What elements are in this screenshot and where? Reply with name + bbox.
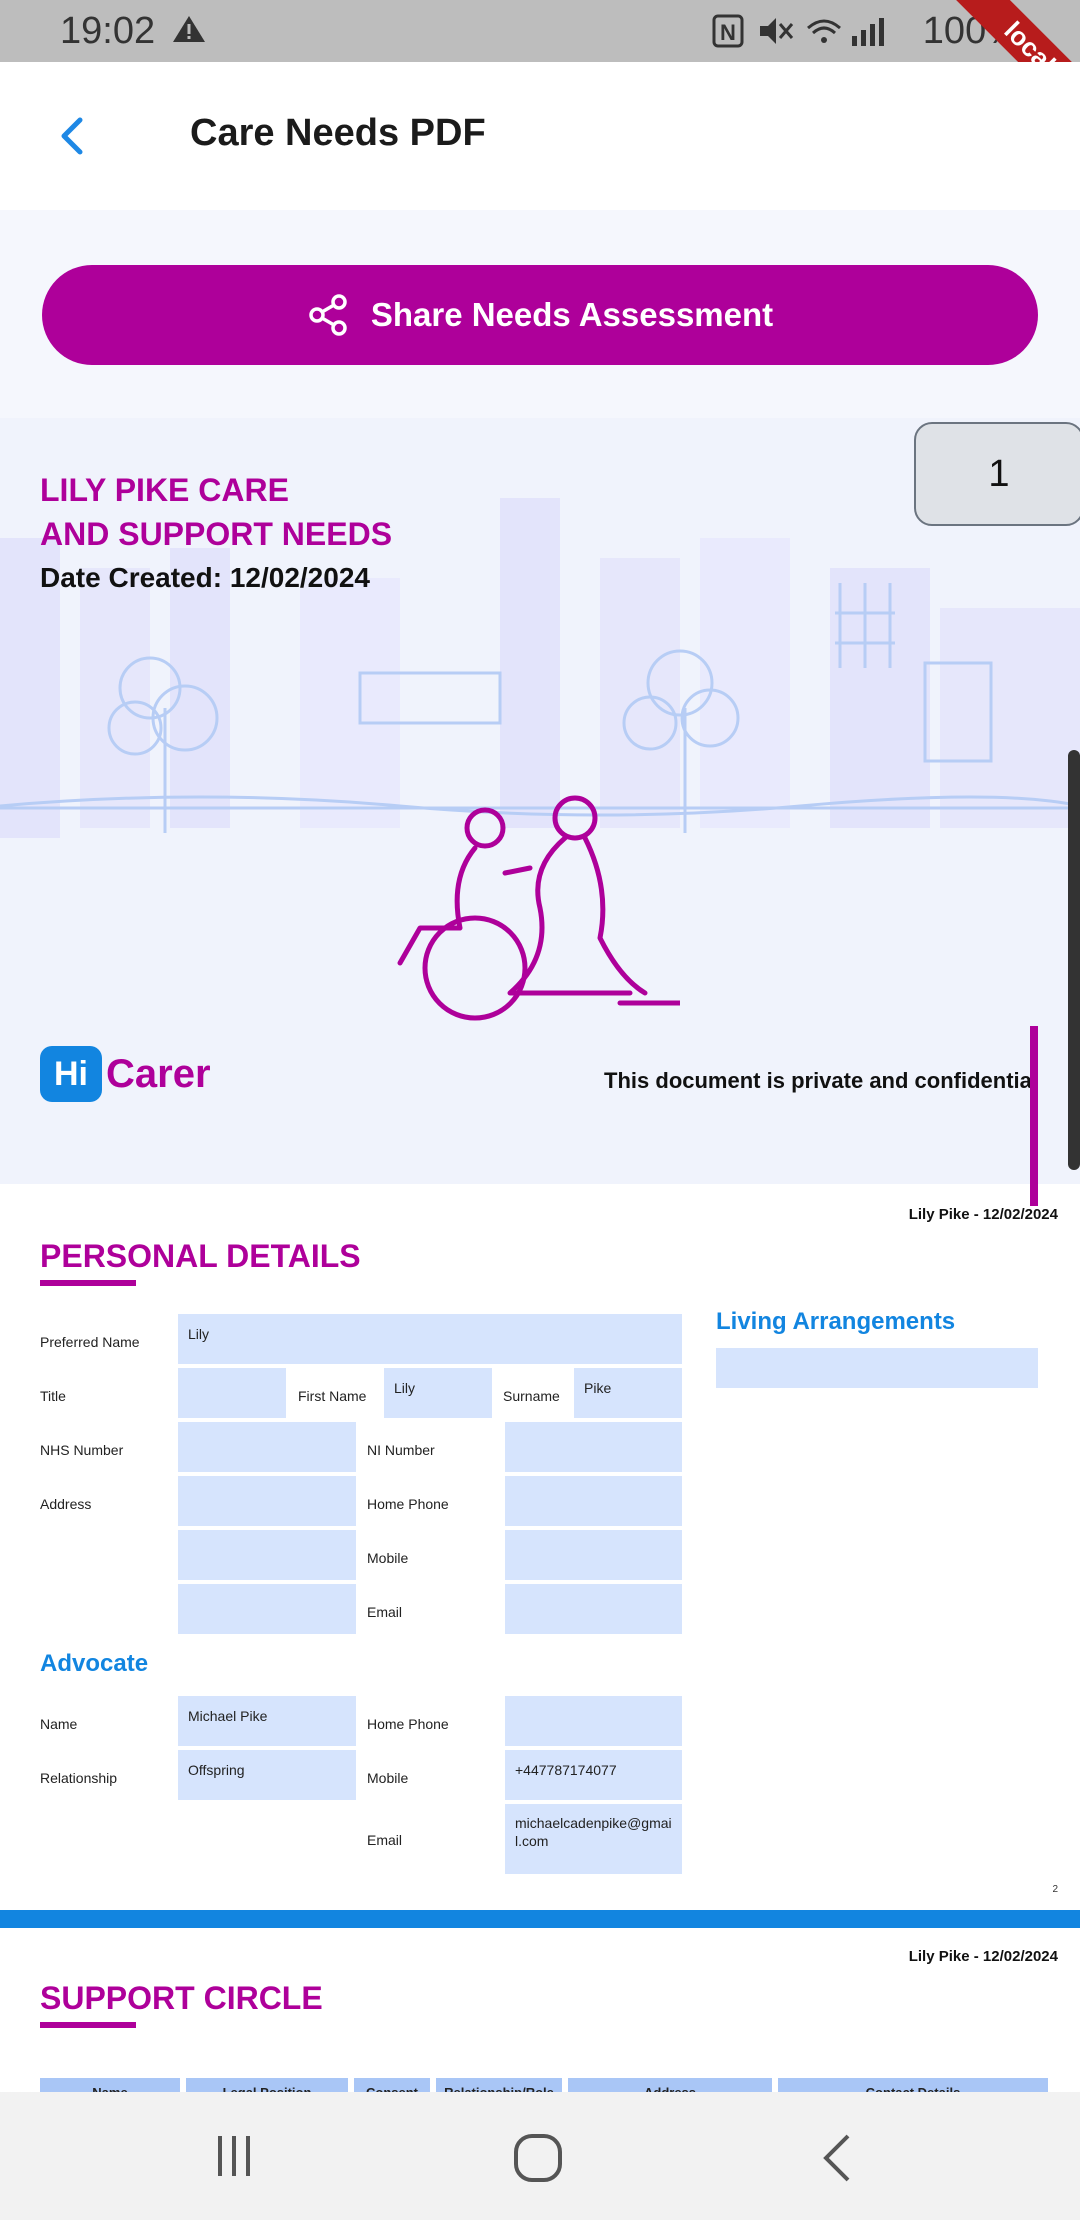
label-home-phone: Home Phone — [367, 1496, 449, 1512]
label-mobile: Mobile — [367, 1550, 409, 1566]
value-advocate-name: Michael Pike — [178, 1696, 356, 1746]
app-bar: Care Needs PDF — [0, 62, 1080, 210]
cover-title-line1: LILY PIKE CARE — [40, 472, 289, 508]
section-underline — [40, 2022, 136, 2028]
label-advocate-name: Name — [40, 1716, 78, 1732]
page-number: 2 — [1052, 1884, 1058, 1895]
table-header-relationship-role: Relationship/Role — [436, 2078, 562, 2092]
value-nhs-number — [178, 1422, 356, 1472]
carer-wheelchair-illustration — [397, 795, 680, 1021]
value-address-3 — [178, 1584, 356, 1634]
logo-carer: Carer — [106, 1051, 211, 1096]
label-advocate-mobile: Mobile — [367, 1770, 409, 1786]
label-surname: Surname — [503, 1388, 560, 1404]
value-advocate-relationship: Offspring — [178, 1750, 356, 1800]
table-header-contact-details: Contact Details — [778, 2078, 1048, 2092]
confidential-note: This document is private and confidentia… — [604, 1068, 1038, 1093]
status-icons: N — [712, 14, 884, 48]
label-advocate-home-phone: Home Phone — [367, 1716, 449, 1732]
logo-hi: Hi — [40, 1046, 102, 1102]
section-title-personal-details: PERSONAL DETAILS — [40, 1238, 361, 1274]
share-button-label: Share Needs Assessment — [370, 296, 774, 333]
page-title: Care Needs PDF — [190, 112, 486, 154]
value-first-name: Lily — [384, 1368, 492, 1418]
label-first-name: First Name — [298, 1388, 367, 1404]
page-header: Lily Pike - 12/02/2024 — [908, 1948, 1058, 1965]
page-indicator: 1 — [914, 422, 1080, 526]
label-address: Address — [40, 1496, 92, 1512]
table-header-name: Name — [40, 2078, 180, 2092]
value-advocate-mobile: +447787174077 — [505, 1750, 682, 1800]
living-arrangements-title: Living Arrangements — [716, 1308, 956, 1335]
value-surname: Pike — [574, 1368, 682, 1418]
value-address-1 — [178, 1476, 356, 1526]
status-bar: 19:02 N 100% local — [0, 0, 1080, 139]
scroll-accent — [1030, 1026, 1038, 1206]
back-icon[interactable] — [818, 2132, 854, 2184]
pdf-page-cover: LILY PIKE CARE AND SUPPORT NEEDS Date Cr… — [0, 418, 1080, 1184]
label-ni-number: NI Number — [367, 1442, 435, 1458]
hicarer-logo: Hi Carer — [40, 1046, 211, 1102]
page-header: Lily Pike - 12/02/2024 — [908, 1206, 1058, 1223]
back-arrow-icon[interactable] — [50, 112, 98, 160]
cover-title: LILY PIKE CARE AND SUPPORT NEEDS — [40, 468, 392, 556]
share-icon — [309, 294, 347, 336]
table-header-consent: Consent — [354, 2078, 430, 2092]
value-title — [178, 1368, 286, 1418]
label-advocate-relationship: Relationship — [40, 1770, 118, 1786]
status-time: 19:02 — [60, 10, 156, 52]
label-email: Email — [367, 1604, 403, 1620]
page-divider — [0, 1910, 1080, 1928]
warning-icon — [173, 16, 205, 42]
table-header-legal-position: Legal Position — [186, 2078, 348, 2092]
recent-apps-icon[interactable] — [214, 2132, 254, 2180]
scrollbar-thumb[interactable] — [1068, 750, 1080, 1170]
value-preferred-name: Lily — [178, 1314, 682, 1364]
value-advocate-home-phone — [505, 1696, 682, 1746]
system-nav-bar — [0, 2092, 1080, 2220]
value-home-phone — [505, 1476, 682, 1526]
svg-text:N: N — [720, 20, 736, 45]
advocate-title: Advocate — [40, 1650, 149, 1677]
value-advocate-email: michaelcadenpike@gmail.com — [505, 1804, 682, 1874]
value-ni-number — [505, 1422, 682, 1472]
section-underline — [40, 1280, 136, 1286]
pdf-viewer[interactable]: Share Needs Assessment LILY PIKE CARE AN… — [0, 210, 1080, 2092]
value-address-2 — [178, 1530, 356, 1580]
cover-title-line2: AND SUPPORT NEEDS — [40, 516, 393, 552]
home-icon[interactable] — [512, 2132, 564, 2184]
label-nhs-number: NHS Number — [40, 1442, 124, 1458]
label-preferred-name: Preferred Name — [40, 1334, 140, 1350]
value-mobile — [505, 1530, 682, 1580]
living-arrangements-field — [716, 1348, 1038, 1388]
share-needs-assessment-button[interactable]: Share Needs Assessment — [42, 265, 1038, 365]
label-advocate-email: Email — [367, 1832, 403, 1848]
label-title: Title — [40, 1388, 66, 1404]
table-header-address: Address — [568, 2078, 772, 2092]
pdf-page-support-circle: Lily Pike - 12/02/2024 SUPPORT CIRCLE Na… — [0, 1928, 1080, 2092]
cover-date: Date Created: 12/02/2024 — [40, 562, 370, 593]
section-title-support-circle: SUPPORT CIRCLE — [40, 1980, 323, 2016]
pdf-page-personal-details: Lily Pike - 12/02/2024 PERSONAL DETAILS … — [0, 1184, 1080, 1910]
value-email — [505, 1584, 682, 1634]
